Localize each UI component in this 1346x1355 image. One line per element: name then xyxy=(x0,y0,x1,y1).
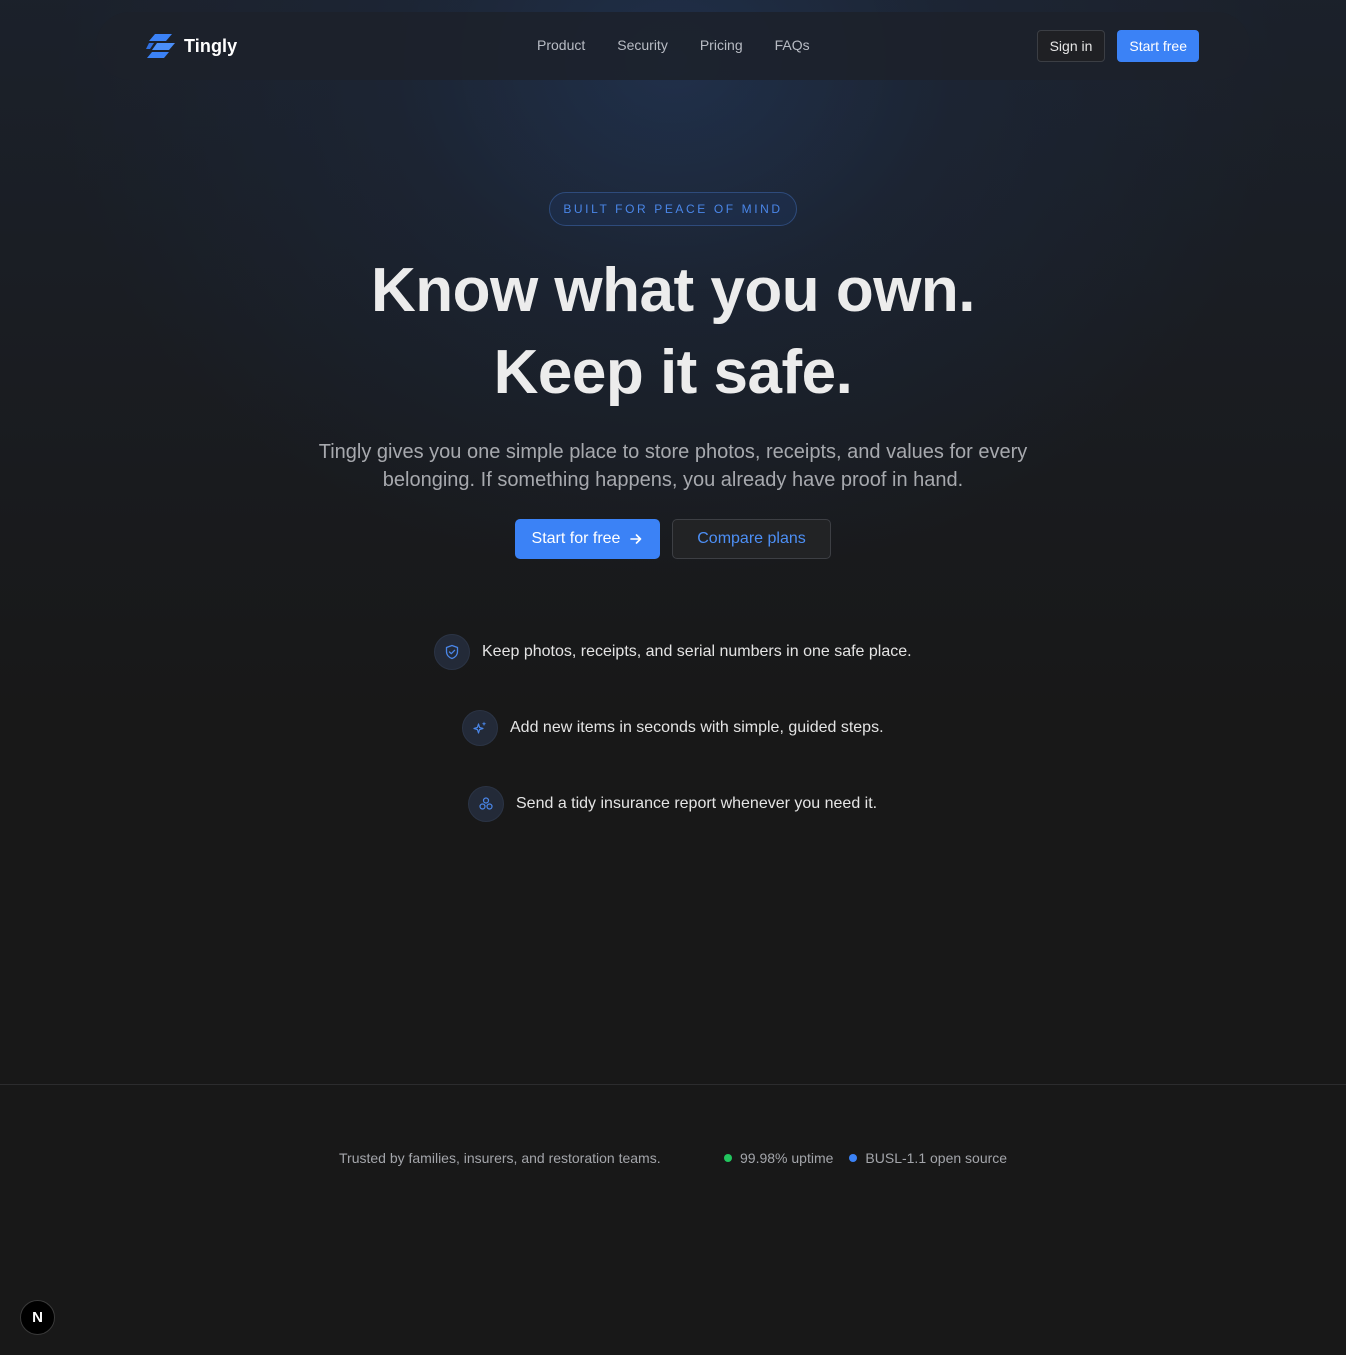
brand-name: Tingly xyxy=(184,35,238,56)
feature-item: Add new items in seconds with simple, gu… xyxy=(462,710,884,746)
feature-item: Send a tidy insurance report whenever yo… xyxy=(468,786,877,822)
uptime-stat: 99.98% uptime xyxy=(724,1150,833,1166)
shield-check-icon xyxy=(434,634,470,670)
nav-link-product[interactable]: Product xyxy=(537,37,585,53)
nav-actions: Sign in Start free xyxy=(1036,30,1199,62)
license-stat: BUSL-1.1 open source xyxy=(849,1150,1007,1166)
feature-item: Keep photos, receipts, and serial number… xyxy=(434,634,912,670)
hero-badge: BUILT FOR PEACE OF MIND xyxy=(549,192,797,226)
dev-tools-badge[interactable]: N xyxy=(20,1300,55,1335)
start-for-free-label: Start for free xyxy=(531,530,621,547)
compare-plans-button[interactable]: Compare plans xyxy=(672,519,831,559)
sparkles-icon xyxy=(462,710,498,746)
uptime-status-dot xyxy=(724,1154,732,1162)
license-label: BUSL-1.1 open source xyxy=(865,1150,1008,1166)
headline-line-1: Know what you own. xyxy=(370,256,976,325)
start-free-button[interactable]: Start free xyxy=(1117,30,1199,62)
license-status-dot xyxy=(849,1154,858,1162)
uptime-label: 99.98% uptime xyxy=(740,1150,834,1166)
headline-line-2: Keep it safe. xyxy=(493,338,853,407)
hero-headline: Know what you own. Keep it safe. xyxy=(0,250,1346,414)
nav-link-faqs[interactable]: FAQs xyxy=(775,37,810,53)
nav-links: Product Security Pricing FAQs xyxy=(537,37,810,53)
tingly-logo-icon xyxy=(146,34,175,58)
trusted-by-text: Trusted by families, insurers, and resto… xyxy=(339,1150,661,1166)
nav-link-security[interactable]: Security xyxy=(617,37,668,53)
section-divider xyxy=(0,1084,1346,1085)
hero-subtext: Tingly gives you one simple place to sto… xyxy=(318,441,1028,491)
sign-in-button[interactable]: Sign in xyxy=(1036,30,1106,62)
feature-text: Add new items in seconds with simple, gu… xyxy=(510,719,884,736)
navbar: Tingly Product Security Pricing FAQs Sig… xyxy=(96,12,1250,80)
status-stats: 99.98% uptime BUSL-1.1 open source xyxy=(724,1150,1007,1166)
arrow-right-icon xyxy=(630,534,642,544)
feature-text: Keep photos, receipts, and serial number… xyxy=(482,643,912,660)
hero-cta-row: Start for free Compare plans xyxy=(515,519,831,559)
feature-text: Send a tidy insurance report whenever yo… xyxy=(516,795,878,812)
nodes-icon xyxy=(468,786,504,822)
brand[interactable]: Tingly xyxy=(146,32,237,60)
nav-link-pricing[interactable]: Pricing xyxy=(700,37,743,53)
start-for-free-button[interactable]: Start for free xyxy=(515,519,660,559)
